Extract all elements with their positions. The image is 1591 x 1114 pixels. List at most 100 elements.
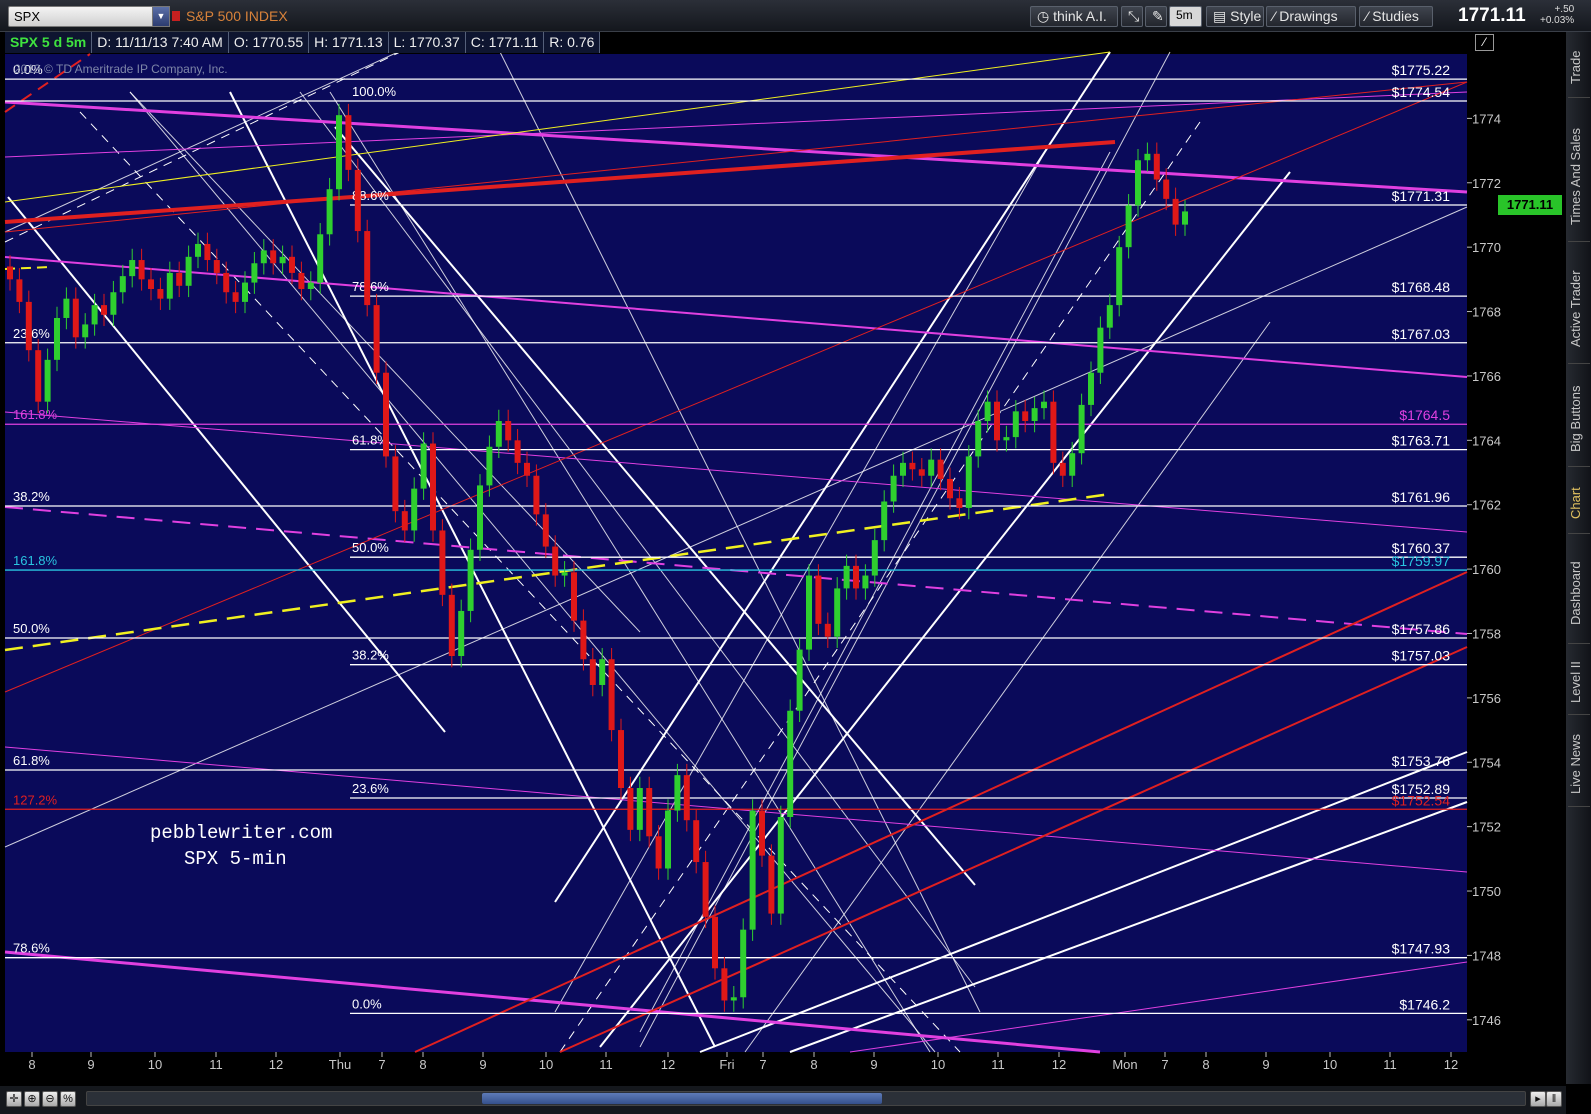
think-ai-button[interactable]: ◷ think A.I.: [1030, 6, 1118, 27]
level-label-6: $1763.71: [1392, 433, 1451, 449]
style-button[interactable]: ▤ Style: [1206, 6, 1264, 27]
candle-body-26: [251, 263, 258, 283]
tab-big-buttons[interactable]: Big Buttons: [1568, 372, 1590, 467]
expand-icon[interactable]: ‖: [1546, 1091, 1562, 1107]
symbol-input[interactable]: SPX: [8, 6, 168, 27]
study-label[interactable]: SPX 5 d 5m: [5, 32, 93, 53]
tab-dashboard[interactable]: Dashboard: [1568, 544, 1590, 644]
candle-body-0: [7, 266, 13, 280]
candle-body-103: [975, 421, 982, 457]
candle-body-60: [571, 572, 577, 621]
candle-body-106: [1003, 437, 1010, 441]
candle-body-19: [185, 256, 192, 286]
fib-label-mid-0: 100.0%: [352, 84, 397, 99]
time-scrollbar[interactable]: [86, 1091, 1526, 1106]
think-ai-label: think A.I.: [1053, 8, 1107, 24]
candle-body-65: [618, 730, 624, 789]
drawings-button[interactable]: ⁄ Drawings: [1266, 6, 1356, 27]
time-tick-label-6: 7: [378, 1057, 385, 1072]
candle-body-90: [853, 565, 859, 589]
zoom-in-icon[interactable]: ⊕: [24, 1091, 40, 1107]
price-tick-label-12: 1770: [1472, 240, 1501, 255]
watermark-line1: pebblewriter.com: [150, 822, 333, 844]
time-tick-label-3: 11: [209, 1057, 223, 1072]
fib-label-left-2: 161.8%: [13, 407, 58, 422]
candle-body-73: [693, 820, 700, 863]
drawing-tool-icon[interactable]: ⁄: [1475, 34, 1494, 51]
level-label-1: $1774.54: [1392, 84, 1451, 100]
price-chart[interactable]: $1775.22 $1774.54 $1771.31 $1768.48 $1767.03…: [0, 32, 1566, 1086]
tab-trade[interactable]: Trade: [1568, 38, 1590, 98]
scroll-thumb[interactable]: [482, 1093, 882, 1104]
candle-body-5: [54, 317, 60, 360]
level-label-5: $1764.5: [1399, 407, 1450, 423]
candle-body-99: [937, 459, 944, 479]
candle-body-8: [82, 324, 89, 338]
candle-body-43: [411, 488, 418, 531]
fib-label-left-4: 161.8%: [13, 553, 58, 568]
candle-body-41: [392, 456, 399, 512]
candle-body-120: [1135, 160, 1141, 206]
candle-body-68: [646, 788, 653, 837]
fib-label-left-5: 50.0%: [13, 621, 50, 636]
cursor-tool-icon[interactable]: ⤡: [1121, 6, 1143, 27]
candle-body-1: [16, 279, 23, 302]
tab-level-ii[interactable]: Level II: [1568, 650, 1590, 715]
candle-body-88: [834, 588, 841, 637]
info-open: O: 1770.55: [228, 32, 310, 53]
candle-body-32: [307, 282, 314, 290]
candle-body-110: [1041, 401, 1047, 409]
candle-body-107: [1012, 411, 1019, 438]
time-tick-label-21: 8: [1202, 1057, 1209, 1072]
candle-body-64: [608, 659, 615, 731]
info-close: C: 1771.11: [465, 32, 545, 53]
candle-body-72: [683, 775, 690, 821]
candle-body-114: [1078, 404, 1085, 454]
tab-times-and-sales[interactable]: Times And Sales: [1568, 112, 1590, 242]
tab-live-news[interactable]: Live News: [1568, 722, 1590, 807]
info-date: D: 11/11/13 7:40 AM: [92, 32, 229, 53]
candle-body-85: [806, 575, 812, 650]
candle-body-49: [467, 549, 474, 611]
level-label-14: $1752.54: [1392, 792, 1451, 808]
fib-label-mid-5: 38.2%: [352, 648, 389, 663]
candle-body-17: [166, 272, 173, 299]
candle-body-56: [533, 475, 540, 515]
last-price: 1771.11: [1458, 5, 1526, 26]
candle-body-13: [129, 260, 136, 277]
tab-chart[interactable]: Chart: [1568, 474, 1590, 534]
percent-icon[interactable]: %: [60, 1091, 76, 1107]
price-tick-label-11: 1768: [1472, 305, 1501, 320]
candle-body-3: [35, 350, 42, 402]
time-tick-label-9: 10: [539, 1057, 553, 1072]
wrench-icon[interactable]: ✎: [1145, 6, 1167, 27]
interval-button[interactable]: 5m: [1169, 6, 1202, 27]
info-low: L: 1770.37: [388, 32, 466, 53]
candle-body-48: [458, 610, 465, 657]
candle-body-25: [242, 282, 248, 302]
candle-body-86: [815, 575, 822, 624]
chart-info-bar: SPX 5 d 5m D: 11/11/13 7:40 AM O: 1770.55 H…: [5, 32, 705, 54]
scroll-right-icon[interactable]: ▸: [1530, 1091, 1546, 1107]
candle-body-2: [25, 301, 32, 351]
candle-body-33: [317, 234, 324, 283]
candle-body-124: [1172, 198, 1179, 225]
right-sidebar: Trade Times And Sales Active Trader Big …: [1566, 32, 1591, 1084]
candle-body-61: [580, 620, 587, 660]
studies-button[interactable]: ⁄ Studies: [1359, 6, 1433, 27]
candle-body-14: [138, 260, 145, 280]
symbol-dropdown-icon[interactable]: ▼: [152, 6, 170, 27]
candle-body-54: [514, 440, 521, 463]
tab-active-trader[interactable]: Active Trader: [1568, 254, 1590, 364]
candle-body-125: [1182, 211, 1188, 225]
candle-body-81: [768, 855, 775, 914]
candle-body-101: [956, 498, 963, 508]
zoom-out-icon[interactable]: ⊖: [42, 1091, 58, 1107]
candle-body-42: [401, 511, 408, 531]
time-tick-label-16: 10: [931, 1057, 945, 1072]
crosshair-icon[interactable]: ✛: [6, 1091, 22, 1107]
candle-body-37: [354, 169, 361, 232]
candle-body-117: [1106, 305, 1113, 328]
candle-body-39: [373, 305, 380, 373]
info-range: R: 0.76: [544, 32, 601, 53]
